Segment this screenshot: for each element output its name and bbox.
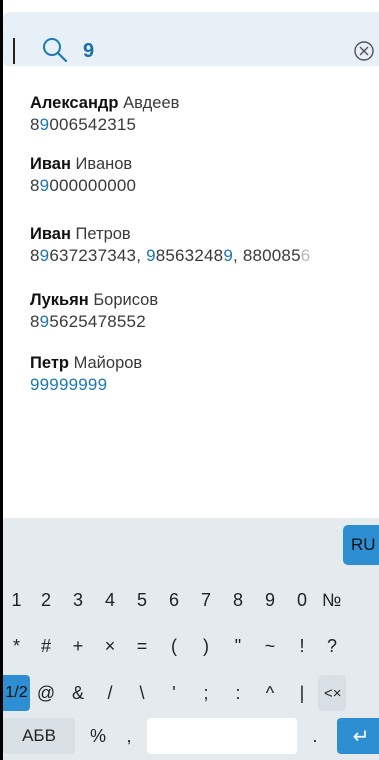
contact-last-name: Петров (75, 225, 131, 243)
contact-item[interactable]: Петр Майоров 99999999 (30, 352, 142, 396)
contact-item[interactable]: Александр Авдеев 89006542315 (30, 92, 179, 136)
key[interactable]: | (286, 675, 318, 711)
key[interactable]: ~ (254, 628, 286, 664)
key[interactable]: + (62, 628, 94, 664)
phone-screen: 9 Александр Авдеев 89006542315 Иван Иван… (0, 0, 379, 760)
phone-match-highlight: 99999999 (30, 375, 108, 394)
clear-icon[interactable] (353, 40, 375, 62)
phone-digits: 8 (30, 246, 40, 265)
phone-match-highlight: 9 (39, 246, 50, 265)
key[interactable]: # (30, 628, 62, 664)
search-icon (43, 38, 68, 63)
key[interactable]: : (222, 675, 254, 711)
search-bar[interactable]: 9 (3, 12, 379, 66)
shift-page-key[interactable]: 1/2 (3, 675, 30, 711)
key[interactable]: * (3, 628, 30, 664)
language-key[interactable]: RU (343, 525, 379, 565)
phone-match-highlight: 9 (146, 246, 156, 265)
contact-first-name: Иван (30, 225, 71, 243)
contact-phone: 89006542315 (30, 114, 179, 136)
contact-item[interactable]: Иван Петров 89637237343, 985632489, 8800… (30, 223, 310, 267)
contact-first-name: Александр (30, 94, 119, 112)
key[interactable]: № (318, 582, 346, 618)
phone-digits: 8563248 (155, 246, 224, 265)
phone-digits: 8 (30, 115, 40, 134)
key[interactable]: 2 (30, 582, 62, 618)
key[interactable]: 3 (62, 582, 94, 618)
phone-digits: 6 (300, 246, 311, 265)
key[interactable]: 6 (158, 582, 190, 618)
key[interactable]: @ (30, 675, 62, 711)
contact-item[interactable]: Лукьян Борисов 895625478552 (30, 289, 158, 333)
phone-match-highlight: 9 (39, 115, 50, 134)
contact-last-name: Борисов (93, 291, 159, 309)
text-cursor (13, 38, 15, 64)
key[interactable]: 8 (222, 582, 254, 618)
contact-phone: 89000000000 (30, 175, 136, 197)
backspace-key[interactable]: <× (318, 675, 346, 711)
contact-last-name: Иванов (75, 155, 133, 173)
key[interactable]: / (94, 675, 126, 711)
key[interactable]: ; (190, 675, 222, 711)
phone-digits: 8 (30, 176, 40, 195)
key[interactable]: 1 (3, 582, 30, 618)
keyboard-row-symbols: * # + × = ( ) " ~ ! ? (3, 628, 346, 664)
key[interactable]: ! (286, 628, 318, 664)
enter-key[interactable]: ↵ (337, 718, 379, 754)
search-input[interactable]: 9 (83, 40, 94, 63)
key[interactable]: = (126, 628, 158, 664)
key[interactable]: ' (158, 675, 190, 711)
contact-phone: 89637237343, 985632489, 8800856 (30, 245, 310, 267)
phone-match-highlight: 9 (39, 176, 50, 195)
keyboard-row-bottom: АБВ % , . ↵ (3, 718, 379, 754)
phone-digits: 637237343, (49, 246, 147, 265)
phone-digits: 006542315 (49, 115, 137, 134)
key[interactable]: 0 (286, 582, 318, 618)
key[interactable]: × (94, 628, 126, 664)
contact-first-name: Иван (30, 155, 71, 173)
key[interactable]: % (81, 718, 115, 754)
key[interactable]: , (115, 718, 143, 754)
key[interactable]: " (222, 628, 254, 664)
key[interactable]: ^ (254, 675, 286, 711)
contact-last-name: Майоров (73, 354, 143, 372)
phone-match-highlight: 9 (39, 312, 50, 331)
contact-last-name: Авдеев (123, 94, 180, 112)
space-key[interactable] (147, 718, 297, 754)
key[interactable]: \ (126, 675, 158, 711)
phone-digits: 5625478552 (49, 312, 146, 331)
key[interactable]: ) (190, 628, 222, 664)
keyboard-row-digits: 1 2 3 4 5 6 7 8 9 0 № (3, 582, 346, 618)
key[interactable]: ? (318, 628, 346, 664)
alphabet-key[interactable]: АБВ (3, 718, 75, 754)
key[interactable]: ( (158, 628, 190, 664)
key[interactable]: . (301, 718, 329, 754)
contact-first-name: Петр (30, 354, 69, 372)
key[interactable]: 7 (190, 582, 222, 618)
phone-digits: 000000000 (49, 176, 137, 195)
phone-digits: 8 (30, 312, 40, 331)
phone-match-highlight: 9 (223, 246, 233, 265)
phone-digits: , 880085 (232, 246, 301, 265)
keyboard-row-symbols-2: 1/2 @ & / \ ' ; : ^ | <× (3, 675, 346, 711)
key[interactable]: 4 (94, 582, 126, 618)
contact-item[interactable]: Иван Иванов 89000000000 (30, 153, 136, 197)
contact-phone: 895625478552 (30, 311, 158, 333)
key[interactable]: 5 (126, 582, 158, 618)
contact-first-name: Лукьян (30, 291, 89, 309)
contact-phone: 99999999 (30, 374, 142, 396)
key[interactable]: & (62, 675, 94, 711)
key[interactable]: 9 (254, 582, 286, 618)
